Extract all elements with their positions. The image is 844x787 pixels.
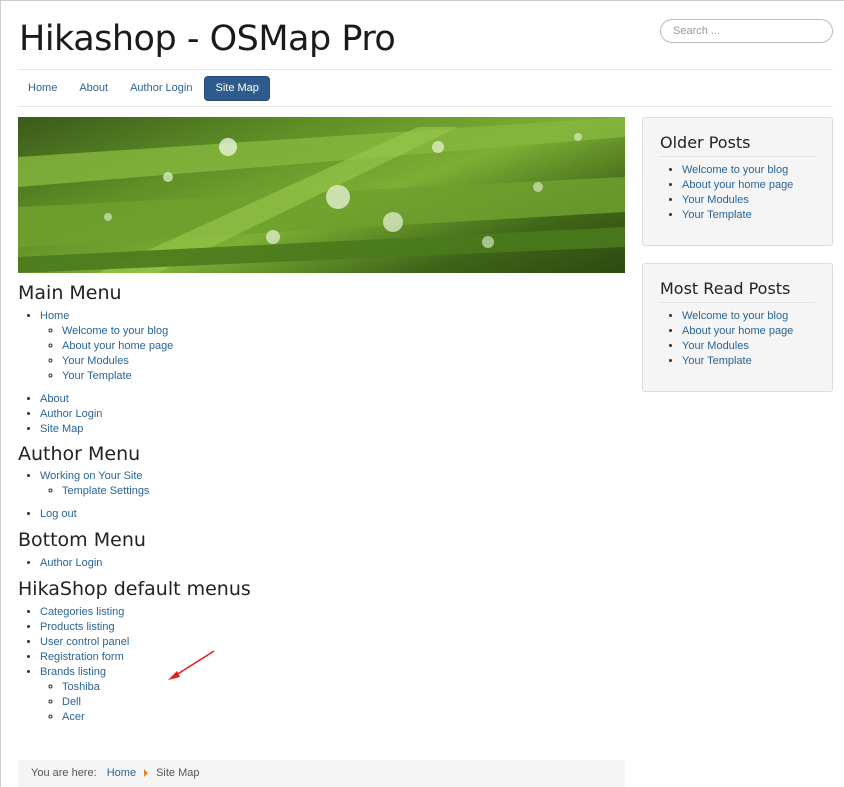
main-content: Main Menu Home Welcome to your blog Abou… bbox=[18, 282, 625, 733]
module-title: Most Read Posts bbox=[660, 278, 815, 303]
list-item: Categories listing bbox=[40, 605, 625, 620]
list-item: Author Login bbox=[40, 407, 625, 422]
annotation-arrow-icon bbox=[168, 650, 215, 680]
link-about[interactable]: About bbox=[40, 393, 69, 405]
sidebar-older-posts: Older Posts Welcome to your blog About y… bbox=[642, 117, 833, 246]
menu-list: Author Login bbox=[18, 556, 625, 571]
list-item: Author Login bbox=[40, 556, 625, 571]
list-item: Welcome to your blog bbox=[682, 163, 815, 178]
section-heading: Author Menu bbox=[18, 443, 141, 465]
link[interactable]: User control panel bbox=[40, 636, 129, 648]
banner-image bbox=[18, 117, 625, 273]
post-link[interactable]: Welcome to your blog bbox=[682, 164, 788, 176]
post-link[interactable]: Your Template bbox=[682, 355, 752, 367]
link[interactable]: Registration form bbox=[40, 651, 124, 663]
sidebar-most-read: Most Read Posts Welcome to your blog Abo… bbox=[642, 263, 833, 392]
link-site-map[interactable]: Site Map bbox=[40, 423, 83, 435]
link[interactable]: Template Settings bbox=[62, 485, 149, 497]
list-item: About your home page bbox=[62, 339, 625, 354]
link[interactable]: Your Modules bbox=[62, 355, 129, 367]
link[interactable]: Toshiba bbox=[62, 681, 100, 693]
list-item: Your Template bbox=[62, 369, 625, 384]
list-item: About your home page bbox=[682, 178, 815, 193]
list-item: Registration form bbox=[40, 650, 625, 665]
main-menu-section: Main Menu Home Welcome to your blog Abou… bbox=[18, 282, 625, 437]
nav-item-about[interactable]: About bbox=[69, 76, 118, 101]
post-link[interactable]: About your home page bbox=[682, 179, 793, 191]
link[interactable]: Dell bbox=[62, 696, 81, 708]
list-item: Welcome to your blog bbox=[682, 309, 815, 324]
breadcrumb: You are here: Home Site Map bbox=[18, 760, 625, 787]
link-home[interactable]: Home bbox=[40, 310, 69, 322]
submenu-list: Welcome to your blog About your home pag… bbox=[40, 324, 625, 384]
link[interactable]: Categories listing bbox=[40, 606, 124, 618]
grass-dew-image bbox=[18, 117, 625, 273]
module-title: Older Posts bbox=[660, 132, 815, 157]
list-item: About your home page bbox=[682, 324, 815, 339]
post-list: Welcome to your blog About your home pag… bbox=[660, 309, 815, 369]
nav-item-author-login[interactable]: Author Login bbox=[120, 76, 202, 101]
section-heading: HikaShop default menus bbox=[18, 578, 251, 600]
list-item: Your Template bbox=[682, 208, 815, 223]
older-posts-module: Older Posts Welcome to your blog About y… bbox=[642, 117, 833, 246]
link-author-login[interactable]: Author Login bbox=[40, 408, 102, 420]
nav-item-site-map[interactable]: Site Map bbox=[204, 76, 270, 101]
link[interactable]: Products listing bbox=[40, 621, 115, 633]
author-menu-section: Author Menu Working on Your Site Templat… bbox=[18, 443, 625, 522]
breadcrumb-separator-icon bbox=[144, 769, 149, 778]
menu-list: Home Welcome to your blog About your hom… bbox=[18, 309, 625, 437]
post-link[interactable]: Your Modules bbox=[682, 194, 749, 206]
list-item: Your Modules bbox=[682, 193, 815, 208]
list-item: Working on Your Site Template Settings bbox=[40, 469, 625, 499]
menu-list: Categories listing Products listing User… bbox=[18, 605, 625, 725]
list-item: Acer bbox=[62, 710, 625, 725]
list-item: About bbox=[40, 392, 625, 407]
divider bbox=[18, 69, 833, 70]
link-author-login[interactable]: Author Login bbox=[40, 557, 102, 569]
link[interactable]: Welcome to your blog bbox=[62, 325, 168, 337]
list-item: Template Settings bbox=[62, 484, 625, 499]
post-link[interactable]: Your Modules bbox=[682, 340, 749, 352]
top-navigation: Home About Author Login Site Map bbox=[18, 76, 272, 101]
submenu-list: Toshiba Dell Acer bbox=[40, 680, 625, 725]
list-item: Welcome to your blog bbox=[62, 324, 625, 339]
list-item: Site Map bbox=[40, 422, 625, 437]
most-read-module: Most Read Posts Welcome to your blog Abo… bbox=[642, 263, 833, 392]
list-item: Brands listing Toshiba Dell Acer bbox=[40, 665, 625, 725]
list-item: Your Modules bbox=[682, 339, 815, 354]
post-list: Welcome to your blog About your home pag… bbox=[660, 163, 815, 223]
menu-list: Working on Your Site Template Settings L… bbox=[18, 469, 625, 522]
link[interactable]: Your Template bbox=[62, 370, 132, 382]
link[interactable]: Brands listing bbox=[40, 666, 106, 678]
link[interactable]: About your home page bbox=[62, 340, 173, 352]
submenu-list: Template Settings bbox=[40, 484, 625, 499]
list-item: Your Template bbox=[682, 354, 815, 369]
list-item: Home Welcome to your blog About your hom… bbox=[40, 309, 625, 384]
list-item: Products listing bbox=[40, 620, 625, 635]
site-title[interactable]: Hikashop - OSMap Pro bbox=[19, 17, 396, 61]
list-item: User control panel bbox=[40, 635, 625, 650]
nav-item-home[interactable]: Home bbox=[18, 76, 67, 101]
divider bbox=[18, 106, 833, 107]
bottom-menu-section: Bottom Menu Author Login bbox=[18, 529, 625, 571]
list-item: Toshiba bbox=[62, 680, 625, 695]
list-item: Log out bbox=[40, 507, 625, 522]
breadcrumb-home-link[interactable]: Home bbox=[107, 767, 136, 779]
list-item: Your Modules bbox=[62, 354, 625, 369]
breadcrumb-prefix: You are here: bbox=[31, 767, 97, 779]
hikashop-menu-section: HikaShop default menus Categories listin… bbox=[18, 578, 625, 725]
section-heading: Bottom Menu bbox=[18, 529, 146, 551]
search-input[interactable] bbox=[660, 19, 833, 43]
link[interactable]: Working on Your Site bbox=[40, 470, 143, 482]
link[interactable]: Acer bbox=[62, 711, 85, 723]
link-log-out[interactable]: Log out bbox=[40, 508, 77, 520]
list-item: Dell bbox=[62, 695, 625, 710]
post-link[interactable]: About your home page bbox=[682, 325, 793, 337]
post-link[interactable]: Welcome to your blog bbox=[682, 310, 788, 322]
post-link[interactable]: Your Template bbox=[682, 209, 752, 221]
section-heading: Main Menu bbox=[18, 282, 122, 304]
breadcrumb-current: Site Map bbox=[156, 767, 200, 779]
